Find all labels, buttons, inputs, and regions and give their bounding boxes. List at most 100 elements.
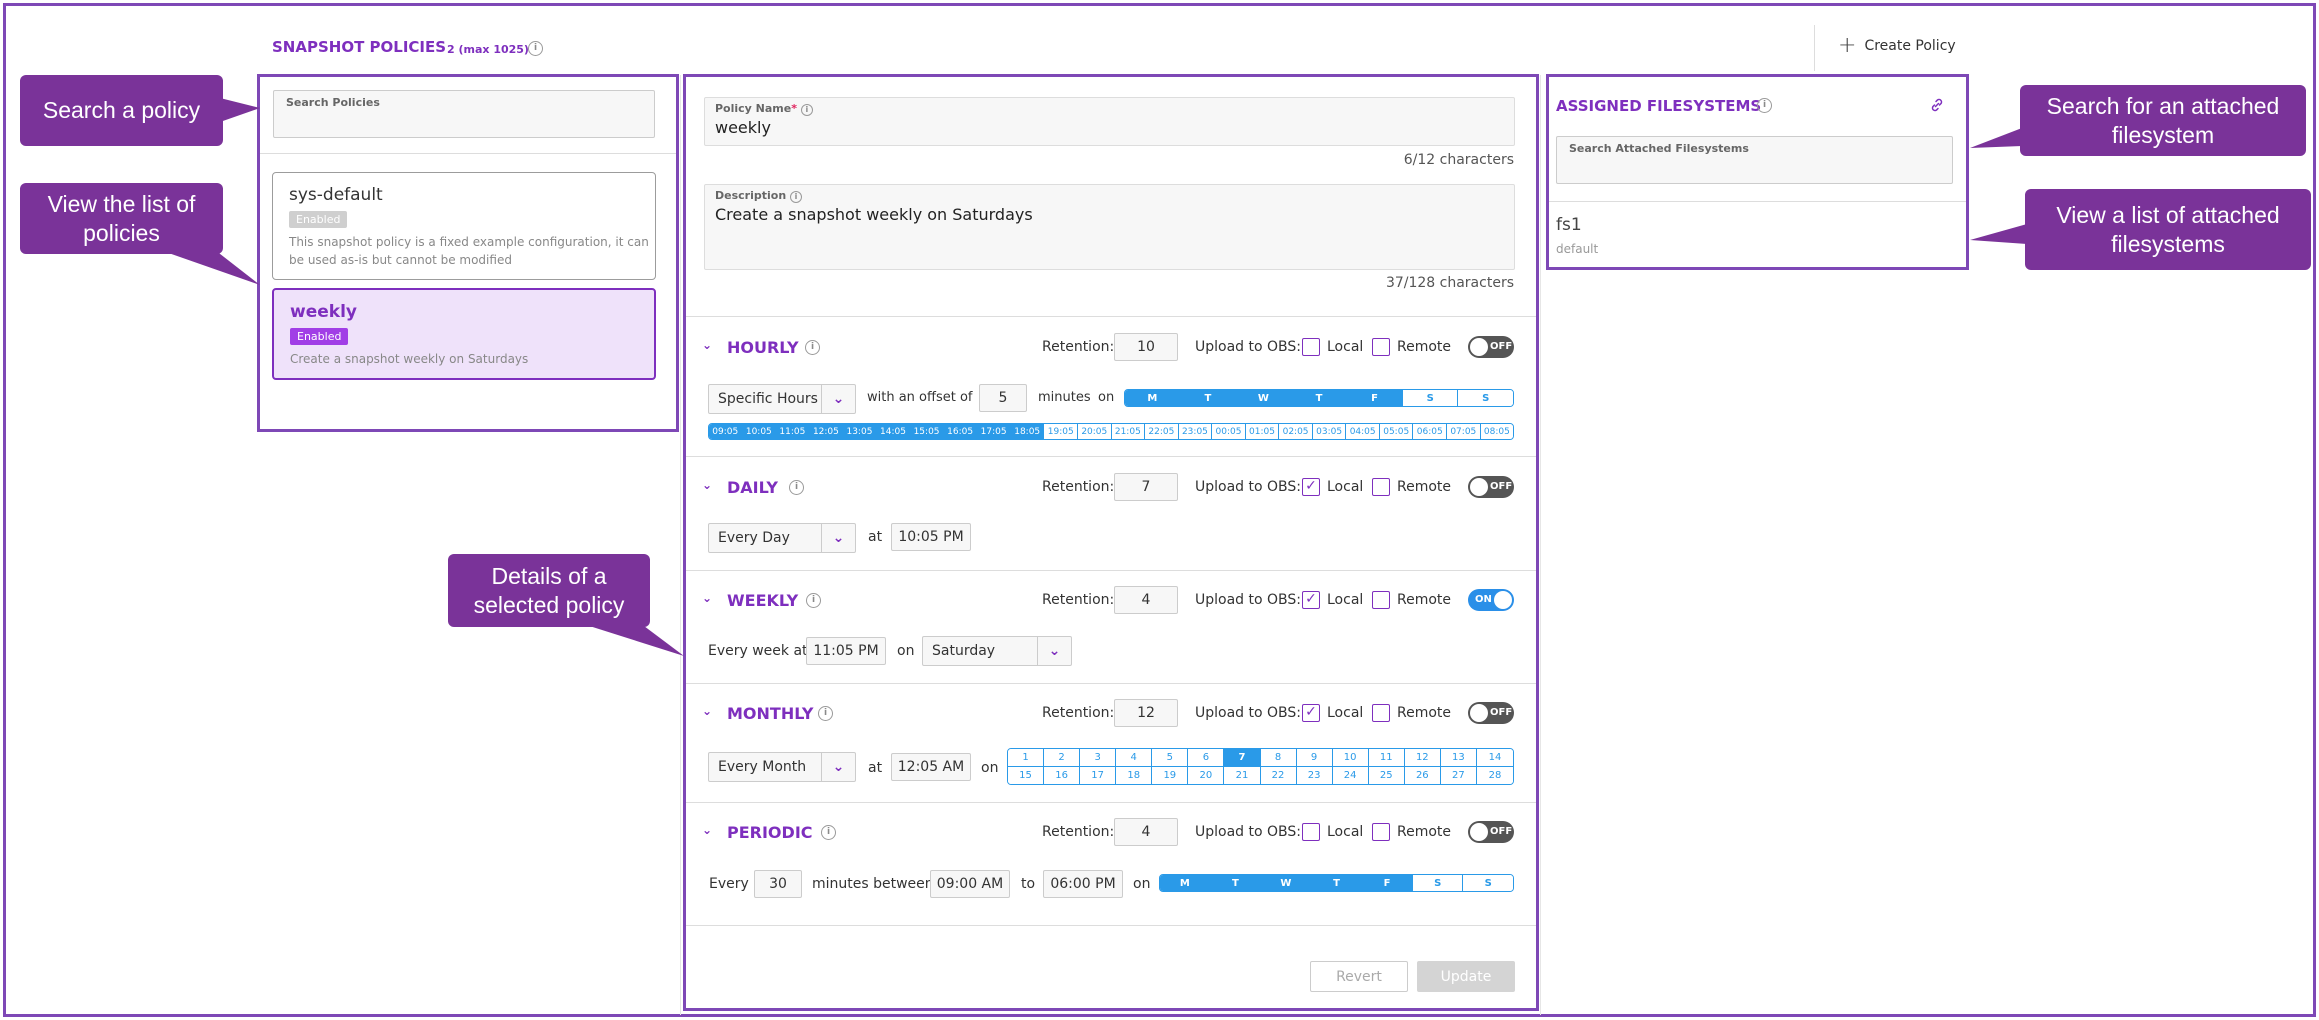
local-checkbox[interactable] bbox=[1302, 338, 1320, 356]
hour-toggle[interactable]: 03:05 bbox=[1312, 424, 1347, 439]
hour-toggle[interactable]: 18:05 bbox=[1010, 424, 1045, 439]
date-toggle[interactable]: 26 bbox=[1404, 767, 1441, 784]
date-toggle[interactable]: 23 bbox=[1296, 767, 1333, 784]
hour-toggle[interactable]: 19:05 bbox=[1044, 424, 1079, 439]
hour-toggle[interactable]: 15:05 bbox=[910, 424, 944, 439]
hour-toggle[interactable]: 16:05 bbox=[943, 424, 978, 439]
weekly-day-select[interactable]: Saturday ⌄ bbox=[922, 636, 1072, 666]
day-toggle[interactable]: M bbox=[1160, 875, 1211, 891]
interval-input[interactable]: 30 bbox=[754, 870, 802, 898]
remote-checkbox[interactable] bbox=[1372, 704, 1390, 722]
hourly-hour-picker[interactable]: 09:05 10:05 11:05 12:05 13:05 14:05 15:05 16:05… bbox=[708, 423, 1514, 440]
day-toggle[interactable]: W bbox=[1236, 390, 1292, 406]
retention-input[interactable]: 7 bbox=[1114, 473, 1178, 501]
chevron-down-icon[interactable]: ⌄ bbox=[702, 478, 712, 492]
hour-toggle[interactable]: 12:05 bbox=[809, 424, 844, 439]
info-icon[interactable]: i bbox=[805, 340, 820, 355]
date-toggle[interactable]: 17 bbox=[1080, 767, 1117, 784]
hour-toggle[interactable]: 07:05 bbox=[1447, 424, 1481, 439]
chevron-down-icon[interactable]: ⌄ bbox=[702, 591, 712, 605]
hour-toggle[interactable]: 11:05 bbox=[776, 424, 810, 439]
monthly-date-picker[interactable]: 1 2 3 4 5 6 7 8 9 10 11 12 13 14 15 16 17 18 19 20 21 22 23 24 2… bbox=[1007, 748, 1514, 785]
link-icon[interactable] bbox=[1929, 97, 1945, 113]
date-toggle[interactable]: 5 bbox=[1152, 749, 1189, 767]
remote-checkbox[interactable] bbox=[1372, 338, 1390, 356]
info-icon[interactable]: i bbox=[1757, 98, 1772, 113]
date-toggle[interactable]: 7 bbox=[1224, 749, 1261, 767]
date-toggle[interactable]: 18 bbox=[1116, 767, 1153, 784]
chevron-down-icon[interactable]: ⌄ bbox=[702, 823, 712, 837]
retention-input[interactable]: 10 bbox=[1114, 333, 1178, 361]
day-toggle[interactable]: S bbox=[1458, 390, 1513, 406]
retention-input[interactable]: 4 bbox=[1114, 586, 1178, 614]
hour-toggle[interactable]: 22:05 bbox=[1145, 424, 1179, 439]
date-toggle[interactable]: 15 bbox=[1008, 767, 1045, 784]
hour-toggle[interactable]: 06:05 bbox=[1413, 424, 1448, 439]
info-icon[interactable]: i bbox=[806, 593, 821, 608]
hour-toggle[interactable]: 13:05 bbox=[843, 424, 877, 439]
monthly-time-input[interactable]: 12:05 AM bbox=[891, 753, 971, 781]
chevron-down-icon[interactable]: ⌄ bbox=[702, 704, 712, 718]
info-icon[interactable]: i bbox=[818, 706, 833, 721]
remote-checkbox[interactable] bbox=[1372, 591, 1390, 609]
monthly-mode-select[interactable]: Every Month ⌄ bbox=[708, 752, 856, 782]
date-toggle[interactable]: 20 bbox=[1188, 767, 1225, 784]
day-toggle[interactable]: W bbox=[1261, 875, 1312, 891]
date-toggle[interactable]: 14 bbox=[1476, 749, 1513, 767]
local-checkbox[interactable]: ✓ bbox=[1302, 704, 1320, 722]
remote-checkbox[interactable] bbox=[1372, 823, 1390, 841]
day-toggle[interactable]: T bbox=[1210, 875, 1262, 891]
date-toggle[interactable]: 6 bbox=[1188, 749, 1225, 767]
date-toggle[interactable]: 10 bbox=[1332, 749, 1369, 767]
retention-input[interactable]: 12 bbox=[1114, 699, 1178, 727]
hour-toggle[interactable]: 08:05 bbox=[1480, 424, 1513, 439]
date-toggle[interactable]: 19 bbox=[1152, 767, 1189, 784]
hour-toggle[interactable]: 02:05 bbox=[1279, 424, 1313, 439]
hour-toggle[interactable]: 20:05 bbox=[1078, 424, 1112, 439]
hour-toggle[interactable]: 17:05 bbox=[977, 424, 1011, 439]
from-time-input[interactable]: 09:00 AM bbox=[930, 870, 1010, 898]
day-toggle[interactable]: T bbox=[1311, 875, 1363, 891]
hour-toggle[interactable]: 10:05 bbox=[742, 424, 777, 439]
remote-checkbox[interactable] bbox=[1372, 478, 1390, 496]
daily-time-input[interactable]: 10:05 PM bbox=[891, 523, 971, 551]
date-toggle[interactable]: 28 bbox=[1476, 767, 1513, 784]
update-button[interactable]: Update bbox=[1417, 961, 1515, 992]
weekly-toggle[interactable]: ON bbox=[1468, 589, 1514, 611]
hour-toggle[interactable]: 04:05 bbox=[1346, 424, 1380, 439]
hour-toggle[interactable]: 00:05 bbox=[1212, 424, 1246, 439]
day-toggle[interactable]: M bbox=[1125, 390, 1181, 406]
day-toggle[interactable]: S bbox=[1402, 390, 1459, 406]
hourly-toggle[interactable]: OFF bbox=[1468, 336, 1514, 358]
date-toggle[interactable]: 8 bbox=[1260, 749, 1297, 767]
day-toggle[interactable]: S bbox=[1412, 875, 1464, 891]
hour-toggle[interactable]: 01:05 bbox=[1245, 424, 1280, 439]
hourly-mode-select[interactable]: Specific Hours ⌄ bbox=[708, 384, 856, 414]
date-toggle[interactable]: 13 bbox=[1440, 749, 1477, 767]
hourly-day-picker[interactable]: MTWTFSS bbox=[1124, 389, 1514, 407]
date-toggle[interactable]: 27 bbox=[1440, 767, 1477, 784]
date-toggle[interactable]: 25 bbox=[1368, 767, 1405, 784]
hour-toggle[interactable]: 21:05 bbox=[1111, 424, 1146, 439]
day-toggle[interactable]: S bbox=[1463, 875, 1513, 891]
day-toggle[interactable]: T bbox=[1180, 390, 1237, 406]
chevron-down-icon[interactable]: ⌄ bbox=[702, 338, 712, 352]
local-checkbox[interactable]: ✓ bbox=[1302, 478, 1320, 496]
policy-name-field[interactable]: Policy Name* i weekly bbox=[704, 97, 1515, 146]
periodic-toggle[interactable]: OFF bbox=[1468, 821, 1514, 843]
monthly-toggle[interactable]: OFF bbox=[1468, 702, 1514, 724]
description-field[interactable]: Description i Create a snapshot weekly o… bbox=[704, 184, 1515, 270]
local-checkbox[interactable]: ✓ bbox=[1302, 591, 1320, 609]
date-toggle[interactable]: 22 bbox=[1260, 767, 1297, 784]
date-toggle[interactable]: 12 bbox=[1404, 749, 1441, 767]
create-policy-button[interactable]: + Create Policy bbox=[1838, 35, 1956, 57]
date-toggle[interactable]: 21 bbox=[1224, 767, 1261, 784]
day-toggle[interactable]: F bbox=[1347, 390, 1403, 406]
info-icon[interactable]: i bbox=[821, 825, 836, 840]
date-toggle[interactable]: 24 bbox=[1332, 767, 1369, 784]
to-time-input[interactable]: 06:00 PM bbox=[1043, 870, 1123, 898]
revert-button[interactable]: Revert bbox=[1310, 961, 1408, 992]
search-filesystems-input[interactable]: Search Attached Filesystems bbox=[1556, 136, 1953, 184]
policy-card-sys-default[interactable]: sys-default Enabled This snapshot policy… bbox=[272, 172, 656, 280]
date-toggle[interactable]: 2 bbox=[1044, 749, 1081, 767]
